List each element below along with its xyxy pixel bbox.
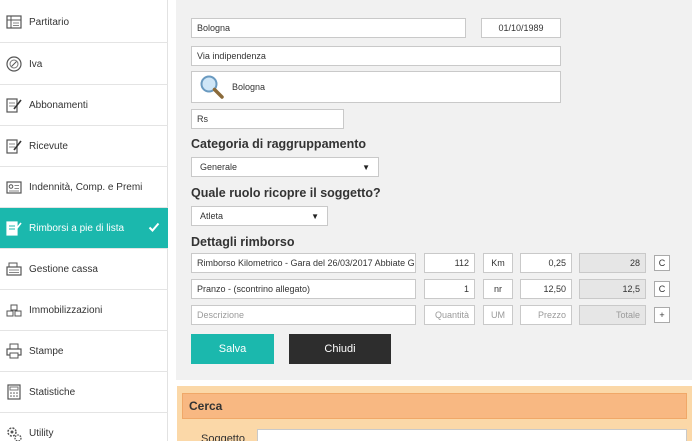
address-field[interactable]: Via indipendenza bbox=[191, 46, 561, 66]
sidebar-item-label: Gestione cassa bbox=[29, 263, 98, 275]
sidebar-item-iva[interactable]: Iva bbox=[0, 44, 168, 85]
pencil-paper-icon bbox=[5, 96, 23, 114]
row-clear-button[interactable]: C bbox=[654, 255, 670, 271]
sidebar-item-label: Ricevute bbox=[29, 140, 68, 152]
reimbursement-form: Bologna 01/10/1989 Via indipendenza Bolo… bbox=[176, 0, 692, 380]
cash-register-icon bbox=[5, 260, 23, 278]
sidebar-item-ricevute[interactable]: Ricevute bbox=[0, 126, 168, 167]
sidebar-item-rimborsi[interactable]: Rimborsi a pie di lista bbox=[0, 208, 168, 249]
role-heading: Quale ruolo ricopre il soggetto? bbox=[191, 186, 381, 200]
boxes-icon bbox=[5, 301, 23, 319]
new-quantity-field[interactable]: Quantità bbox=[424, 305, 475, 325]
row-total-field: 28 bbox=[579, 253, 646, 273]
printer-icon bbox=[5, 342, 23, 360]
subject-label: Soggetto bbox=[201, 433, 246, 441]
row-description-field[interactable]: Rimborso Kilometrico - Gara del 26/03/20… bbox=[191, 253, 416, 273]
details-heading: Dettagli rimborso bbox=[191, 235, 295, 249]
id-card-icon bbox=[5, 178, 23, 196]
close-button[interactable]: Chiudi bbox=[289, 334, 391, 364]
row-um-field[interactable]: Km bbox=[483, 253, 513, 273]
ledger-icon bbox=[5, 13, 23, 31]
percent-stamp-icon bbox=[5, 55, 23, 73]
new-total-field: Totale bbox=[579, 305, 646, 325]
subject-search-input[interactable] bbox=[257, 429, 687, 441]
new-price-field[interactable]: Prezzo bbox=[520, 305, 572, 325]
pencil-paper-icon bbox=[5, 219, 23, 237]
birth-date-field[interactable]: 01/10/1989 bbox=[481, 18, 561, 38]
magnifier-icon bbox=[198, 73, 226, 101]
row-description-field[interactable]: Pranzo - (scontrino allegato) bbox=[191, 279, 416, 299]
new-description-field[interactable]: Descrizione bbox=[191, 305, 416, 325]
checkmark-icon bbox=[148, 221, 160, 236]
gears-icon bbox=[5, 425, 23, 441]
sidebar-item-immobilizzazioni[interactable]: Immobilizzazioni bbox=[0, 290, 168, 331]
save-button[interactable]: Salva bbox=[191, 334, 274, 364]
pencil-paper-icon bbox=[5, 137, 23, 155]
sidebar-item-utility[interactable]: Utility bbox=[0, 413, 168, 441]
search-title: Cerca bbox=[182, 393, 687, 419]
birth-place-field[interactable]: Bologna bbox=[191, 18, 466, 38]
add-row-button[interactable]: + bbox=[654, 307, 670, 323]
group-heading: Categoria di raggruppamento bbox=[191, 137, 367, 151]
sidebar-item-statistiche[interactable]: Statistiche bbox=[0, 372, 168, 413]
sidebar-item-label: Rimborsi a pie di lista bbox=[29, 222, 125, 234]
sidebar-item-indennita[interactable]: Indennità, Comp. e Premi bbox=[0, 167, 168, 208]
city-search-box[interactable]: Bologna bbox=[191, 71, 561, 103]
group-select[interactable]: Generale ▼ bbox=[191, 157, 379, 177]
group-select-value: Generale bbox=[200, 162, 238, 172]
sidebar-item-abbonamenti[interactable]: Abbonamenti bbox=[0, 85, 168, 126]
sidebar-item-label: Statistiche bbox=[29, 386, 76, 398]
province-field[interactable]: Rs bbox=[191, 109, 344, 129]
row-price-field[interactable]: 0,25 bbox=[520, 253, 572, 273]
sidebar-item-label: Indennità, Comp. e Premi bbox=[29, 181, 143, 193]
sidebar-item-label: Stampe bbox=[29, 345, 64, 357]
row-um-field[interactable]: nr bbox=[483, 279, 513, 299]
sidebar: Partitario Iva Abbonamenti Ricevute Inde… bbox=[0, 0, 168, 441]
sidebar-item-stampe[interactable]: Stampe bbox=[0, 331, 168, 372]
row-price-field[interactable]: 12,50 bbox=[520, 279, 572, 299]
new-um-field[interactable]: UM bbox=[483, 305, 513, 325]
sidebar-item-label: Iva bbox=[29, 58, 43, 70]
search-panel: Cerca Soggetto bbox=[177, 386, 692, 441]
sidebar-item-partitario[interactable]: Partitario bbox=[0, 2, 168, 43]
role-select[interactable]: Atleta ▼ bbox=[191, 206, 328, 226]
sidebar-item-label: Immobilizzazioni bbox=[29, 304, 103, 316]
row-total-field: 12,5 bbox=[579, 279, 646, 299]
dropdown-arrow-icon: ▼ bbox=[362, 162, 370, 172]
row-clear-button[interactable]: C bbox=[654, 281, 670, 297]
sidebar-item-label: Partitario bbox=[29, 16, 70, 28]
calculator-icon bbox=[5, 383, 23, 401]
dropdown-arrow-icon: ▼ bbox=[311, 211, 319, 221]
row-quantity-field[interactable]: 1 bbox=[424, 279, 475, 299]
role-select-value: Atleta bbox=[200, 211, 224, 221]
sidebar-item-label: Abbonamenti bbox=[29, 99, 88, 111]
row-quantity-field[interactable]: 112 bbox=[424, 253, 475, 273]
city-search-value: Bologna bbox=[232, 82, 266, 92]
sidebar-item-label: Utility bbox=[29, 428, 54, 439]
sidebar-item-gestione-cassa[interactable]: Gestione cassa bbox=[0, 249, 168, 290]
